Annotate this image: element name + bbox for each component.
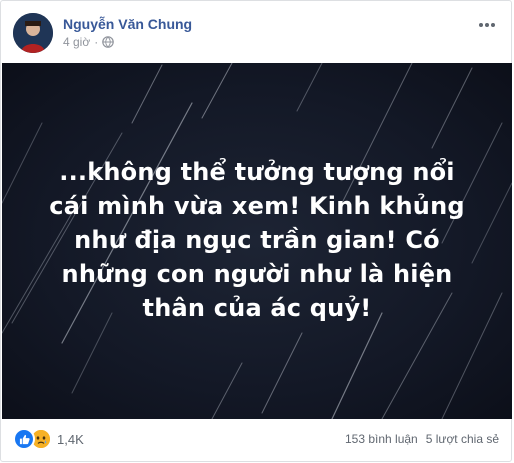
- author-name[interactable]: Nguyễn Văn Chung: [63, 16, 192, 32]
- reactions-summary[interactable]: 1,4K: [13, 428, 84, 450]
- post-card: Nguyễn Văn Chung 4 giờ · ...không thể tư…: [0, 0, 512, 462]
- post-time[interactable]: 4 giờ: [63, 35, 90, 49]
- author-avatar[interactable]: [13, 13, 53, 53]
- reaction-count[interactable]: 1,4K: [57, 432, 84, 447]
- globe-icon[interactable]: [102, 36, 115, 48]
- post-text: ...không thể tưởng tượng nổi cái mình vừ…: [22, 155, 492, 325]
- post-stats: 153 bình luận 5 lượt chia sẻ: [345, 432, 499, 446]
- post-background-image[interactable]: ...không thể tưởng tượng nổi cái mình vừ…: [2, 63, 512, 419]
- post-text-line: ...không thể tưởng tượng nổi: [59, 158, 455, 186]
- comment-count[interactable]: 153 bình luận: [345, 432, 418, 446]
- post-footer: 1,4K 153 bình luận 5 lượt chia sẻ: [13, 426, 499, 452]
- post-meta: 4 giờ ·: [63, 35, 115, 49]
- post-text-line: những con người như là hiện: [61, 260, 453, 288]
- post-text-line: cái mình vừa xem! Kinh khủng: [49, 192, 465, 220]
- post-text-line: thân của ác quỷ!: [142, 294, 372, 322]
- post-text-line: như địa ngục trần gian! Có: [74, 226, 440, 254]
- meta-separator: ·: [94, 35, 99, 49]
- post-header: Nguyễn Văn Chung 4 giờ ·: [13, 13, 499, 53]
- more-options-icon[interactable]: [475, 17, 499, 33]
- share-count[interactable]: 5 lượt chia sẻ: [426, 432, 499, 446]
- like-icon[interactable]: [13, 428, 35, 450]
